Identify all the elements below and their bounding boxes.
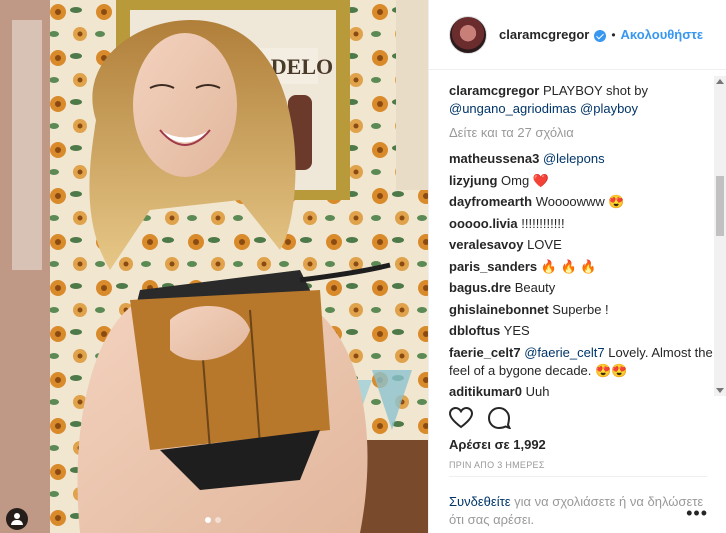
comment-text: Woooowww 😍 [535, 194, 625, 209]
post-header: claramcgregor • Ακολουθήστε [429, 0, 726, 70]
carousel-dot-1 [205, 517, 211, 523]
comment-item: veralesavoy LOVE [449, 236, 713, 254]
instagram-post: MODELO claramcgregor • Ακολουθήστε clara… [0, 0, 726, 533]
carousel-dot-2 [215, 517, 221, 523]
scroll-up-icon[interactable] [716, 79, 724, 84]
comment-text: YES [503, 323, 530, 338]
heart-icon[interactable] [449, 407, 473, 429]
login-link[interactable]: Συνδεθείτε [449, 494, 511, 509]
caption: claramcgregor PLAYBOY shot by @ungano_ag… [449, 82, 713, 118]
header-username[interactable]: claramcgregor [499, 27, 589, 42]
comment-username[interactable]: veralesavoy [449, 237, 523, 252]
comment-username[interactable]: faerie_celt7 [449, 345, 521, 360]
comment-username[interactable]: aditikumar0 [449, 384, 522, 399]
view-all-comments-link[interactable]: Δείτε και τα 27 σχόλια [449, 124, 713, 142]
comment-username[interactable]: paris_sanders [449, 259, 537, 274]
login-to-comment: Συνδεθείτε για να σχολιάσετε ή να δηλώσε… [449, 476, 707, 529]
comment-username[interactable]: ooooo.livia [449, 216, 518, 231]
comment-text: Superbe ! [552, 301, 609, 317]
carousel-indicator [205, 517, 221, 523]
follow-button[interactable]: Ακολουθήστε [621, 27, 704, 42]
comments-scrollbar[interactable] [714, 76, 726, 396]
caption-mention-ungano[interactable]: @ungano_agriodimas [449, 101, 576, 116]
comment-item: aditikumar0 Uuh [449, 383, 713, 400]
post-sidebar: claramcgregor • Ακολουθήστε claramcgrego… [428, 0, 726, 533]
comment-username[interactable]: lizyjung [449, 173, 497, 188]
comment-username[interactable]: bagus.dre [449, 280, 511, 295]
comment-text: 🔥 🔥 🔥 [540, 258, 597, 274]
comment-item: lizyjung Omg ❤️ [449, 172, 713, 190]
comment-username[interactable]: matheussena3 [449, 151, 539, 166]
post-actions [449, 407, 511, 429]
avatar[interactable] [449, 15, 487, 54]
caption-username[interactable]: claramcgregor [449, 83, 539, 98]
comment-username[interactable]: dayfromearth [449, 194, 532, 209]
verified-badge-icon [594, 29, 607, 42]
comment-item: matheussena3 @lelepons [449, 150, 713, 168]
comments-section: claramcgregor PLAYBOY shot by @ungano_ag… [429, 70, 726, 400]
comment-username[interactable]: dbloftus [449, 323, 500, 338]
comment-item: paris_sanders 🔥 🔥 🔥 [449, 258, 713, 276]
comment-text: LOVE [527, 237, 562, 252]
comment-text: Beauty [514, 280, 556, 295]
comment-text: Omg ❤️ [501, 172, 549, 188]
scroll-down-icon[interactable] [716, 388, 724, 393]
photo-illustration: MODELO [0, 0, 428, 533]
like-count[interactable]: Αρέσει σε 1,992 [449, 437, 546, 452]
comment-text: Uuh [525, 384, 550, 399]
comment-item: bagus.dre Beauty [449, 279, 713, 297]
caption-mention-playboy[interactable]: @playboy [580, 101, 638, 116]
scrollbar-thumb[interactable] [716, 176, 724, 236]
caption-text: PLAYBOY shot by [542, 83, 648, 98]
post-timestamp[interactable]: ΠΡΙΝ ΑΠΟ 3 ΗΜΕΡΕΣ [449, 460, 545, 470]
comment-item: dbloftus YES [449, 322, 713, 340]
more-options-button[interactable]: ••• [686, 503, 708, 524]
comment-text: !!!!!!!!!!!! [521, 215, 565, 231]
comment-item: faerie_celt7 @faerie_celt7 Lovely. Almos… [449, 344, 713, 380]
comment-item: ooooo.livia !!!!!!!!!!!! [449, 215, 713, 233]
comment-item: dayfromearth Woooowww 😍 [449, 193, 713, 211]
comment-mention[interactable]: @lelepons [543, 151, 605, 166]
comment-username[interactable]: ghislainebonnet [449, 302, 549, 317]
post-photo[interactable]: MODELO [0, 0, 428, 533]
comment-mention[interactable]: @faerie_celt7 [524, 345, 604, 360]
comment-list: claramcgregor PLAYBOY shot by @ungano_ag… [429, 70, 726, 400]
comment-icon[interactable] [487, 407, 511, 429]
comment-item: ghislainebonnet Superbe ! [449, 301, 713, 319]
separator-dot: • [611, 27, 616, 42]
user-tag-icon[interactable] [6, 508, 28, 530]
